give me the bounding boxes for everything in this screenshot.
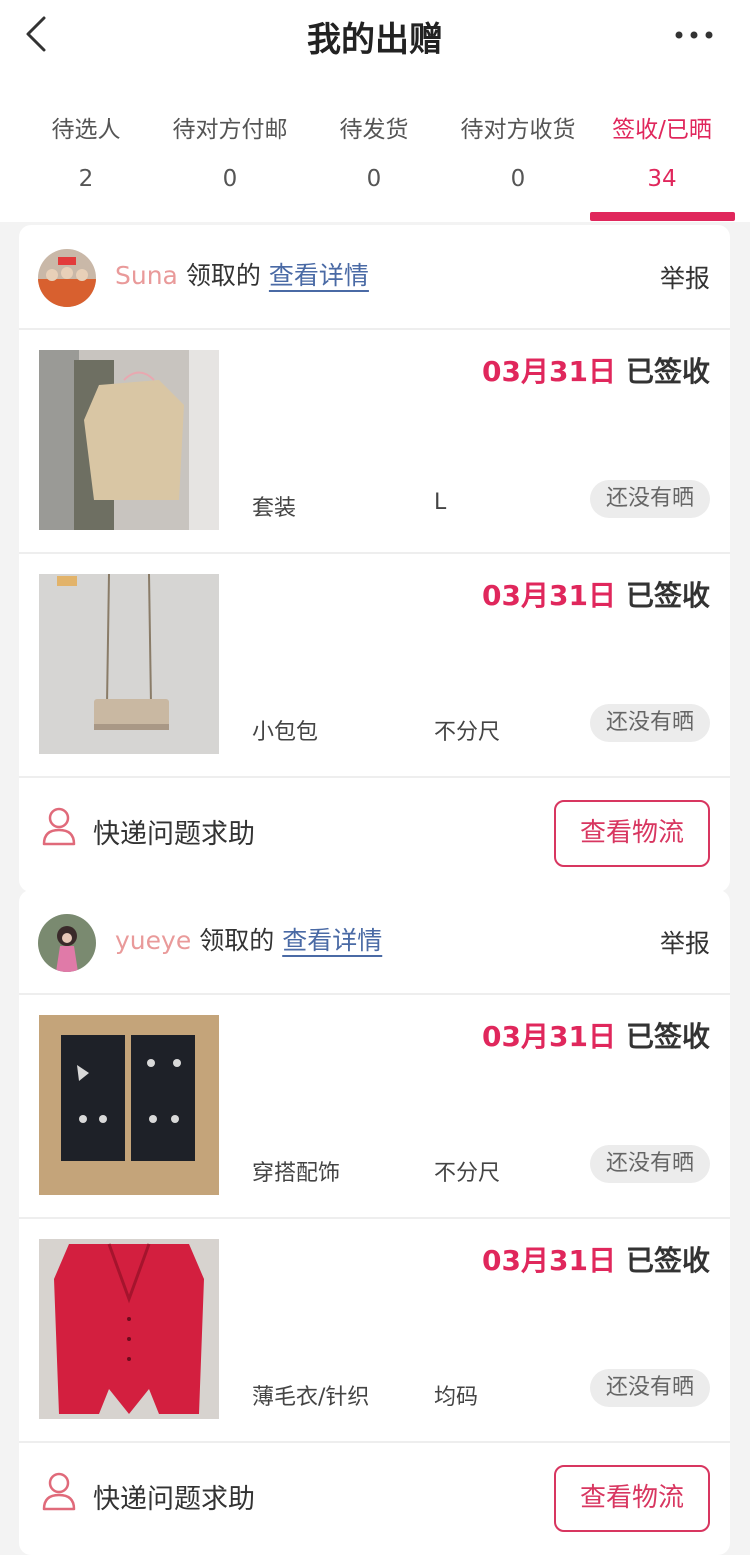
status-text: 已签收: [625, 579, 710, 612]
page-title: 我的出赠: [307, 20, 443, 60]
more-icon[interactable]: [672, 20, 716, 50]
status-text: 已签收: [625, 1020, 710, 1053]
delivery-help-link[interactable]: 快递问题求助: [93, 812, 255, 851]
order-footer: 快递问题求助 查看物流: [19, 1443, 730, 1555]
tab-count: 0: [222, 166, 238, 192]
order-receiver: yueye 领取的 查看详情: [115, 924, 382, 958]
date-text: 03月31日: [482, 355, 616, 388]
signed-date: 03月31日 已签收: [482, 1015, 710, 1055]
tab-count: 34: [647, 166, 677, 192]
top-bar: 我的出赠 待选人 2 待对方付邮 0 待发货 0 待对方收货 0 签收/已晒 3…: [0, 0, 750, 222]
signed-date: 03月31日 已签收: [482, 574, 710, 614]
status-text: 已签收: [625, 355, 710, 388]
item-size: 不分尺: [434, 720, 501, 745]
tab-count: 2: [78, 166, 94, 192]
tab-label: 待对方收货: [460, 117, 576, 143]
username[interactable]: Suna: [115, 261, 178, 290]
signed-date: 03月31日 已签收: [482, 350, 710, 390]
product-image: [39, 574, 219, 754]
product-image: [39, 1239, 219, 1419]
share-status-badge: 还没有晒: [589, 704, 710, 742]
date-text: 03月31日: [482, 1244, 616, 1277]
tab-label: 签收/已晒: [612, 117, 712, 143]
order-header: yueye 领取的 查看详情 举报: [19, 890, 730, 995]
order-card: yueye 领取的 查看详情 举报 03月31日 已签收 穿搭配饰 不分尺 还没有晒: [19, 890, 730, 1555]
share-status-badge: 还没有晒: [589, 480, 710, 518]
report-button[interactable]: 举报: [660, 259, 710, 295]
view-details-link[interactable]: 查看详情: [269, 261, 369, 290]
item-category: 套装: [252, 496, 297, 521]
status-text: 已签收: [625, 1244, 710, 1277]
tab-pending-receive[interactable]: 待对方收货 0: [443, 110, 593, 192]
product-image: [39, 1015, 219, 1195]
avatar[interactable]: [38, 249, 96, 307]
delivery-help-link[interactable]: 快递问题求助: [93, 1477, 255, 1516]
tab-label: 待发货: [339, 117, 409, 143]
order-receiver: Suna 领取的 查看详情: [115, 259, 369, 293]
date-text: 03月31日: [482, 1020, 616, 1053]
report-button[interactable]: 举报: [660, 924, 710, 960]
received-label: 领取的: [199, 926, 275, 955]
share-status-badge: 还没有晒: [589, 1145, 710, 1183]
signed-date: 03月31日 已签收: [482, 1239, 710, 1279]
tab-pending-postage[interactable]: 待对方付邮 0: [155, 110, 305, 192]
product-image: [39, 350, 219, 530]
item-category: 穿搭配饰: [252, 1161, 341, 1186]
user-help-icon[interactable]: [41, 1471, 77, 1511]
item-category: 薄毛衣/针织: [252, 1385, 370, 1410]
tab-count: 0: [366, 166, 382, 192]
tab-label: 待对方付邮: [172, 117, 288, 143]
view-details-link[interactable]: 查看详情: [282, 926, 382, 955]
status-tabs: 待选人 2 待对方付邮 0 待发货 0 待对方收货 0 签收/已晒 34: [0, 110, 750, 222]
order-header: Suna 领取的 查看详情 举报: [19, 225, 730, 330]
tab-pending-select[interactable]: 待选人 2: [11, 110, 161, 192]
user-help-icon[interactable]: [41, 806, 77, 846]
list-item[interactable]: 03月31日 已签收 小包包 不分尺 还没有晒: [19, 554, 730, 778]
tab-count: 0: [510, 166, 526, 192]
date-text: 03月31日: [482, 579, 616, 612]
list-item[interactable]: 03月31日 已签收 套装 L 还没有晒: [19, 330, 730, 554]
tab-label: 待选人: [51, 117, 121, 143]
item-size: L: [434, 490, 447, 515]
view-logistics-button[interactable]: 查看物流: [554, 800, 710, 867]
avatar[interactable]: [38, 914, 96, 972]
order-card: Suna 领取的 查看详情 举报 03月31日 已签收 套装 L 还没有晒 03…: [19, 225, 730, 892]
item-size: 不分尺: [434, 1161, 501, 1186]
received-label: 领取的: [185, 261, 261, 290]
list-item[interactable]: 03月31日 已签收 薄毛衣/针织 均码 还没有晒: [19, 1219, 730, 1443]
tab-signed-shared[interactable]: 签收/已晒 34: [587, 110, 737, 192]
view-logistics-button[interactable]: 查看物流: [554, 1465, 710, 1532]
item-category: 小包包: [252, 720, 319, 745]
order-footer: 快递问题求助 查看物流: [19, 778, 730, 890]
active-tab-indicator: [590, 212, 735, 221]
tab-pending-ship[interactable]: 待发货 0: [299, 110, 449, 192]
username[interactable]: yueye: [115, 926, 191, 955]
share-status-badge: 还没有晒: [589, 1369, 710, 1407]
list-item[interactable]: 03月31日 已签收 穿搭配饰 不分尺 还没有晒: [19, 995, 730, 1219]
item-size: 均码: [434, 1385, 479, 1410]
